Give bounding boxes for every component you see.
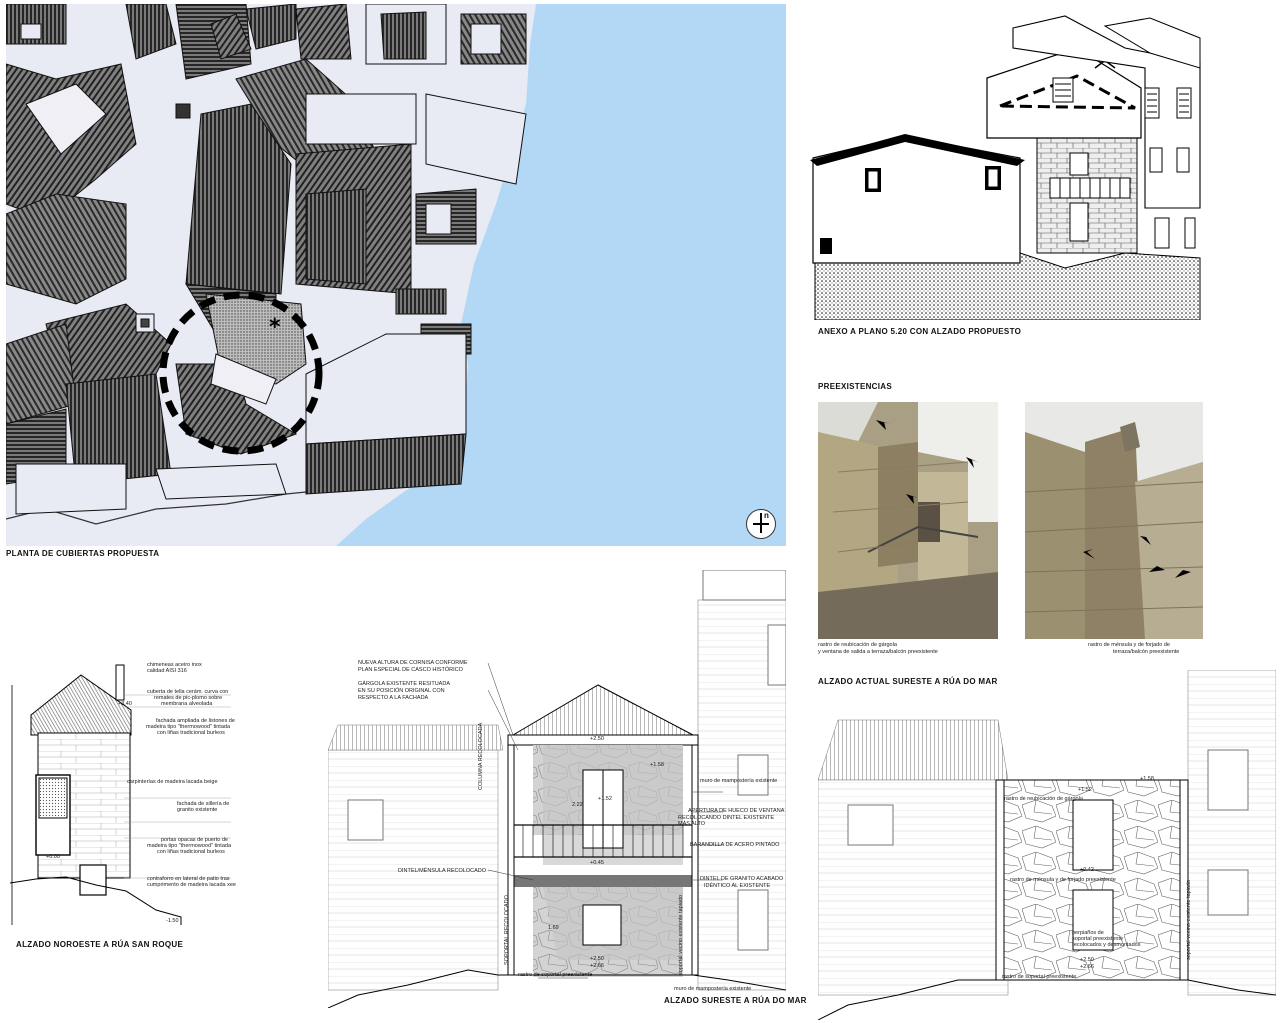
nw-note-13: con liñas tradicional burleos xyxy=(157,849,225,855)
se-dim-1: 2.22 xyxy=(572,802,583,808)
sa-level-3: +2.50 xyxy=(1080,957,1094,963)
se-level-1: +1.58 xyxy=(650,762,664,768)
sa-vertical-note-0: soportal vecino existente tapiado xyxy=(1186,879,1192,960)
photo-right-note-2: terraza/balcón preexistente xyxy=(1113,649,1180,655)
nw-level-2: -1.50 xyxy=(166,918,179,924)
nw-note-15: cumprimento de madeira lacada xee xyxy=(147,882,236,888)
se-right-note-2: RECOLOCANDO DINTEL EXISTENTE MÁS ALTO xyxy=(678,815,775,827)
se-level-2: +1.52 xyxy=(598,796,612,802)
se-right-note-5: IDÉNTICO AL EXISTENTE xyxy=(704,883,771,889)
sketch-caption: ANEXO A PLANO 5.20 CON ALZADO PROPUESTO xyxy=(818,327,1022,336)
se-vertical-note-1: SOPORTAL RECOLOCADO xyxy=(504,895,510,965)
nw-note-1: calidad AISI 316 xyxy=(147,668,187,674)
se-level-4: +2.50 xyxy=(590,956,604,962)
nw-level-0: +3.40 xyxy=(118,701,132,707)
north-label: n xyxy=(764,511,769,520)
se-right-note-6: muro de mampostería existente xyxy=(674,986,752,992)
elevation-sureste-actual: rastro de reubicación de gárgola rastro … xyxy=(818,670,1276,1020)
sa-level-2: +0.42 xyxy=(1080,867,1094,873)
photo-right-note-1: rastro de ménsula y de forjado de xyxy=(1088,642,1170,648)
se-vertical-note-2: soportal vecino existente tapiado xyxy=(678,894,684,975)
photo-left-note-2: y ventana de salida a terraza/balcón pre… xyxy=(818,649,938,655)
se-note-4: RESPECTO A LA FACHADA xyxy=(358,695,429,701)
sa-level-0: +1.52 xyxy=(1078,787,1092,793)
se-left-note-0: DINTEL/MÉNSULA RECOLOCADO xyxy=(398,868,487,874)
site-plan-drawing: * xyxy=(6,4,786,546)
nw-note-8: carpinterías de madeira lacada beige xyxy=(127,779,218,785)
se-right-note-1: APERTURA DE HUECO DE VENTANA xyxy=(688,808,785,814)
photo-right xyxy=(1025,402,1203,639)
se-level-0: +2.50 xyxy=(590,736,604,742)
elevation-noroeste: chimeneas aceiro inox calidad AISI 316 c… xyxy=(6,655,246,925)
preexistencias-caption: PREEXISTENCIAS xyxy=(818,382,892,391)
svg-text:*: * xyxy=(269,315,281,340)
se-right-note-3: BARANDILLA DE ACERO PINTADO xyxy=(690,842,780,848)
sa-note-0: rastro de reubicación de gárgola xyxy=(1004,796,1083,802)
se-level-5: +2.66 xyxy=(590,963,604,969)
se-right-note-4: DINTEL DE GRANITO ACABADO xyxy=(700,876,784,882)
sa-level-4: +2.66 xyxy=(1080,964,1094,970)
se-note-1: PLAN ESPECIAL DE CASCO HISTÓRICO xyxy=(358,667,463,673)
sa-note-5: rastro de soportal preexistente xyxy=(1002,974,1077,980)
site-plan-caption: PLANTA DE CUBIERTAS PROPUESTA xyxy=(6,549,160,558)
se-note-3: EN SU POSICIÓN ORIGINAL CON xyxy=(358,688,445,694)
elevation-sureste-propuesto: NUEVA ALTURA DE CORNISA CONFORME PLAN ES… xyxy=(328,570,786,1008)
se-note-2: GÁRGOLA EXISTENTE RESITUADA xyxy=(358,681,450,687)
sketch-drawing xyxy=(805,8,1205,320)
elev-se-caption: ALZADO SURESTE A RÚA DO MAR xyxy=(664,996,807,1005)
photo-left-note-1: rastro de reubicación de gárgola xyxy=(818,642,897,648)
nw-level-1: +0.00 xyxy=(46,854,60,860)
nw-note-10: granito existente xyxy=(177,807,218,813)
se-dim-0: 1.69 xyxy=(548,925,559,931)
se-left-note-1: rastro de soportal preexistente xyxy=(518,972,593,978)
sa-note-1: rastro de ménsula y de forjado preexiste… xyxy=(1010,877,1116,883)
roof-blocks xyxy=(6,4,527,515)
se-level-3: +0.45 xyxy=(590,860,604,866)
north-arrow-icon: n xyxy=(746,509,776,539)
se-right-note-0: muro de mampostería existente xyxy=(700,778,778,784)
nw-note-7: con liñas tradicional burleos xyxy=(157,730,225,736)
nw-note-4: membrana alveolada xyxy=(161,701,213,707)
elev-nw-caption: ALZADO NOROESTE A RÚA SAN ROQUE xyxy=(16,940,184,949)
photo-left xyxy=(818,402,998,639)
site-plan: * n xyxy=(6,4,786,546)
se-vertical-note-0: COLUMNA RECOLOCADA xyxy=(478,722,484,790)
sa-note-4: recolocados y desmontados xyxy=(1072,942,1141,948)
sa-level-1: +1.58 xyxy=(1140,776,1154,782)
se-note-0: NUEVA ALTURA DE CORNISA CONFORME xyxy=(358,660,468,666)
